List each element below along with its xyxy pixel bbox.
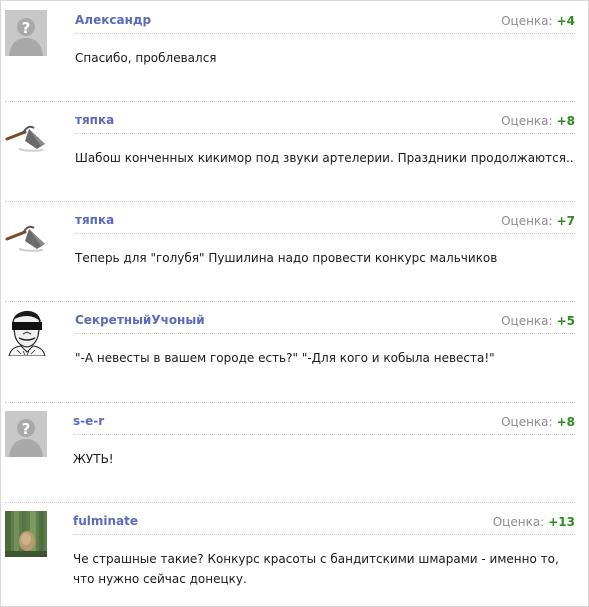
comment-author[interactable]: Александр: [75, 13, 151, 27]
comment-text: Теперь для "голубя" Пушилина надо провес…: [75, 251, 498, 265]
comment-rating: Оценка: +8: [501, 415, 575, 429]
masked-face-avatar[interactable]: [5, 310, 47, 356]
comment-rating: Оценка: +4: [501, 14, 575, 28]
rating-label: Оценка:: [501, 114, 553, 128]
rating-label: Оценка:: [501, 214, 553, 228]
comment-header: тяпка Оценка: +7: [75, 211, 575, 234]
svg-text:?: ?: [22, 19, 31, 37]
comment-item: fulminate Оценка: +13 Че страшные такие? …: [0, 501, 589, 601]
rating-value: +7: [556, 214, 575, 228]
hoe-avatar[interactable]: [5, 110, 47, 156]
comment-author[interactable]: fulminate: [73, 514, 138, 528]
comment-author[interactable]: s-e-r: [73, 414, 104, 428]
comment-rating: Оценка: +5: [501, 314, 575, 328]
comment-author[interactable]: тяпка: [75, 113, 114, 127]
placeholder-avatar[interactable]: ?: [5, 411, 47, 457]
comment-item: СекретныйУчоный Оценка: +5 "-А невесты в …: [0, 300, 589, 400]
rating-value: +8: [556, 415, 575, 429]
comment-item: тяпка Оценка: +8 Шабош конченных кикимор …: [0, 100, 589, 200]
comment-header: fulminate Оценка: +13: [73, 512, 575, 535]
comment-rating: Оценка: +8: [501, 114, 575, 128]
comment-author[interactable]: тяпка: [75, 213, 114, 227]
comment-header: Александр Оценка: +4: [75, 11, 575, 34]
nature-photo-avatar[interactable]: [5, 511, 47, 557]
comment-item: тяпка Оценка: +7 Теперь для "голубя" Пуши…: [0, 200, 589, 300]
svg-text:?: ?: [22, 420, 31, 438]
comment-header: СекретныйУчоный Оценка: +5: [75, 311, 575, 334]
comment-rating: Оценка: +13: [493, 515, 575, 529]
comment-text: Че страшные такие? Конкурс красоты с бан…: [73, 552, 559, 586]
comment-text: ЖУТЬ!: [73, 452, 114, 466]
rating-value: +13: [548, 515, 575, 529]
comment-author[interactable]: СекретныйУчоный: [75, 313, 205, 327]
comment-text: Спасибо, проблевался: [75, 51, 217, 65]
rating-value: +5: [556, 314, 575, 328]
rating-value: +4: [556, 14, 575, 28]
comment-item: ? Александр Оценка: +4 Спасибо, проблевал…: [0, 0, 589, 100]
rating-label: Оценка:: [501, 415, 553, 429]
comment-header: тяпка Оценка: +8: [75, 111, 575, 134]
rating-label: Оценка:: [501, 14, 553, 28]
hoe-avatar[interactable]: [5, 210, 47, 256]
comment-header: s-e-r Оценка: +8: [73, 412, 575, 435]
comment-rating: Оценка: +7: [501, 214, 575, 228]
placeholder-avatar[interactable]: ?: [5, 10, 47, 56]
comment-item: ? s-e-r Оценка: +8 ЖУТЬ!: [0, 401, 589, 501]
rating-value: +8: [556, 114, 575, 128]
rating-label: Оценка:: [501, 314, 553, 328]
comment-text: Шабош конченных кикимор под звуки артеле…: [75, 151, 575, 165]
comment-text: "-А невесты в вашем городе есть?" "-Для …: [75, 351, 495, 365]
rating-label: Оценка:: [492, 515, 545, 529]
